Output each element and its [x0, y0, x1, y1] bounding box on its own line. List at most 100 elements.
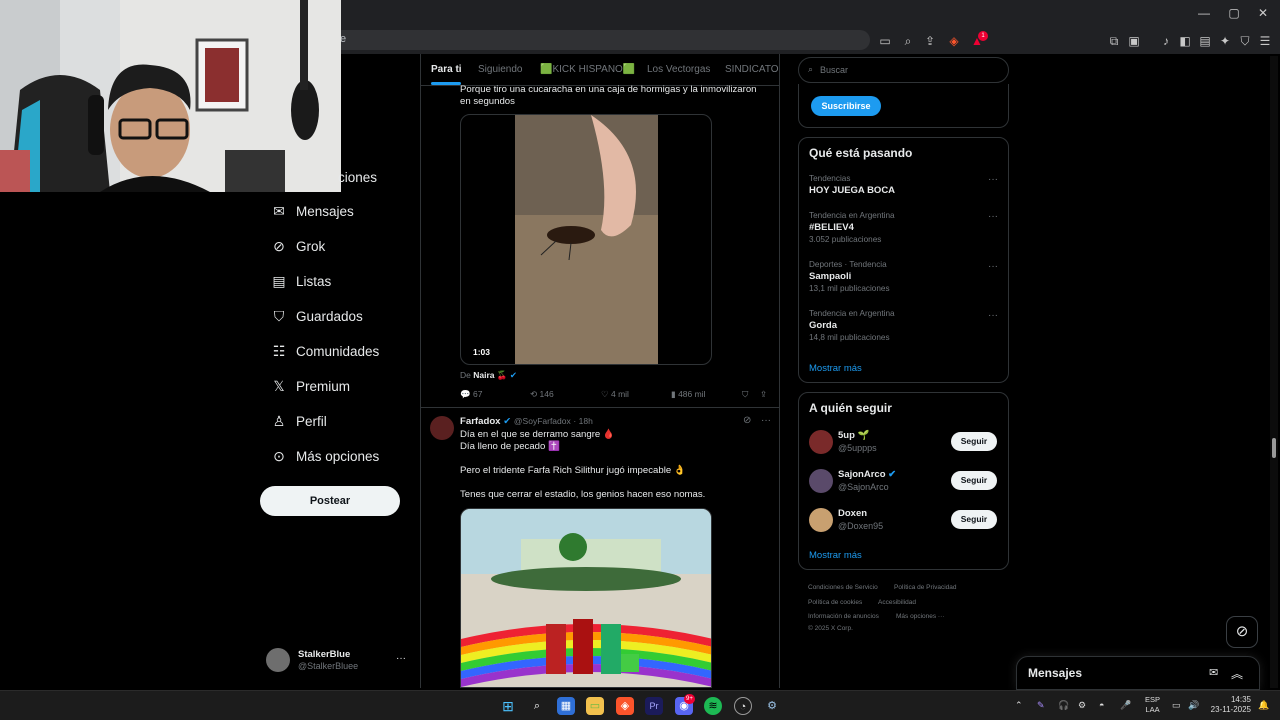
volume-icon[interactable]: 🔊	[1188, 700, 1199, 711]
subscribe-button[interactable]: Suscribirse	[811, 96, 881, 116]
share-button[interactable]: ⇪	[760, 389, 767, 400]
menu-icon[interactable]: ☰	[1257, 33, 1273, 49]
footer-cookies[interactable]: Política de cookies	[808, 599, 862, 606]
clock[interactable]: 14:35 23-11-2025	[1206, 695, 1251, 715]
tweet-time[interactable]: · 18h	[573, 416, 592, 426]
cast-icon[interactable]: ▭	[877, 33, 893, 49]
follow-button[interactable]: Seguir	[951, 471, 997, 490]
show-more-trends-link[interactable]: Mostrar más	[809, 363, 862, 374]
post-button[interactable]: Postear	[260, 486, 400, 516]
sidebar-icon[interactable]: ◧	[1177, 33, 1193, 49]
account-more-icon[interactable]: ···	[396, 653, 406, 664]
trend-item[interactable]: Tendencia en Argentina #BELIEV4 3.052 pu…	[809, 211, 999, 244]
retweet-button[interactable]: ⟲ 146	[530, 389, 554, 400]
show-more-follow-link[interactable]: Mostrar más	[809, 550, 862, 561]
source-name[interactable]: Naira 🍒	[473, 370, 507, 380]
more-icon[interactable]: ···	[761, 415, 771, 426]
network-icon[interactable]: ▭	[1172, 700, 1181, 711]
tray-app-icon2[interactable]: ◓	[1099, 700, 1104, 710]
vpn-icon[interactable]: ⛉	[1237, 33, 1253, 49]
account-switcher[interactable]: StalkerBlue @StalkerBluee ···	[266, 648, 416, 676]
expand-icon[interactable]: ︽	[1231, 665, 1243, 682]
headset-icon[interactable]: 🎧	[1058, 700, 1069, 711]
follow-button[interactable]: Seguir	[951, 510, 997, 529]
minimize-icon[interactable]: —	[1195, 6, 1213, 22]
zoom-icon[interactable]: ⌕	[900, 33, 916, 49]
more-icon[interactable]: ···	[988, 310, 998, 321]
footer-ads[interactable]: Información de anuncios	[808, 613, 879, 620]
steam-tray-icon[interactable]: ⚙	[1078, 700, 1086, 711]
tab-sindicato[interactable]: SINDICATO D	[725, 64, 779, 75]
brave-shield-icon[interactable]: ◈	[946, 33, 962, 49]
maximize-icon[interactable]: ▢	[1225, 6, 1243, 22]
new-message-icon[interactable]: ✉	[1209, 666, 1218, 679]
avatar[interactable]	[430, 416, 454, 440]
author-name[interactable]: Farfadox	[460, 416, 501, 427]
trend-item[interactable]: Deportes · Tendencia Sampaoli 13,1 mil p…	[809, 260, 999, 293]
tweet2-image[interactable]	[460, 508, 712, 688]
follow-button[interactable]: Seguir	[951, 432, 997, 451]
widgets-icon[interactable]: ▦	[557, 697, 575, 715]
follow-name-row[interactable]: SajonArco ✔	[838, 469, 896, 480]
tab-siguiendo[interactable]: Siguiendo	[478, 64, 522, 75]
footer-more[interactable]: Más opciones ···	[896, 613, 944, 620]
trend-item[interactable]: Tendencias HOY JUEGA BOCA	[809, 174, 999, 196]
close-icon[interactable]: ✕	[1254, 6, 1272, 22]
follow-name[interactable]: Doxen	[838, 508, 867, 519]
search-icon[interactable]: ⌕	[528, 697, 546, 715]
messages-drawer[interactable]: Mensajes ✉ ︽	[1016, 656, 1260, 690]
tweet1-video[interactable]: 1:03	[460, 114, 712, 365]
language-indicator[interactable]: ESP LAA	[1145, 695, 1160, 715]
nav-item-communities[interactable]: ☷ Comunidades	[268, 336, 380, 366]
nav-item-more-partial[interactable]: ciones	[338, 162, 377, 192]
views-button[interactable]: ▮ 486 mil	[671, 389, 705, 400]
avatar[interactable]	[809, 469, 833, 493]
address-bar[interactable]: e	[330, 30, 870, 50]
wallet-icon[interactable]: ▤	[1197, 33, 1213, 49]
search-input[interactable]: ⌕ Buscar	[798, 57, 1009, 83]
footer-accessibility[interactable]: Accesibilidad	[878, 599, 916, 606]
avatar[interactable]	[809, 508, 833, 532]
scrollbar-thumb[interactable]	[1272, 438, 1276, 458]
author-handle[interactable]: @SoyFarfadox	[514, 416, 571, 426]
notifications-icon[interactable]: 🔔	[1258, 700, 1269, 711]
avatar[interactable]	[809, 430, 833, 454]
bookmark-button[interactable]: ⛉	[742, 389, 748, 400]
nav-item-grok[interactable]: ⊘ Grok	[268, 231, 325, 261]
reader-icon[interactable]: ▣	[1126, 33, 1142, 49]
share-icon[interactable]: ⇪	[922, 33, 938, 49]
nav-item-profile[interactable]: ♙ Perfil	[268, 406, 327, 436]
tab-para-ti[interactable]: Para ti	[431, 64, 462, 75]
nav-item-premium[interactable]: 𝕏 Premium	[268, 371, 350, 401]
microphone-icon[interactable]: 🎤	[1120, 700, 1131, 711]
trend-item[interactable]: Tendencia en Argentina Gorda 14,8 mil pu…	[809, 309, 999, 342]
obs-icon[interactable]: ◔	[734, 697, 752, 715]
nav-item-lists[interactable]: ▤ Listas	[268, 266, 331, 296]
footer-privacy[interactable]: Política de Privacidad	[894, 584, 957, 591]
more-icon[interactable]: ···	[988, 211, 998, 222]
brave-browser-icon[interactable]: ◈	[616, 697, 634, 715]
tray-app-icon[interactable]: ✎	[1037, 700, 1045, 711]
grok-icon[interactable]: ⊘	[743, 415, 751, 426]
grok-fab-icon[interactable]: ⊘	[1226, 616, 1258, 648]
spotify-icon[interactable]: ≋	[704, 697, 722, 715]
follow-name[interactable]: 5up 🌱	[838, 430, 869, 441]
nav-item-messages[interactable]: ✉ Mensajes	[268, 196, 354, 226]
tab-los-vectorgas[interactable]: Los Vectorgas	[647, 64, 710, 75]
premiere-icon[interactable]: Pr	[645, 697, 663, 715]
nav-item-more-options[interactable]: ⊙ Más opciones	[268, 441, 379, 471]
windows-start-icon[interactable]: ⊞	[499, 697, 517, 715]
nav-item-bookmarks[interactable]: ⛉ Guardados	[268, 301, 363, 331]
leo-icon[interactable]: ✦	[1217, 33, 1233, 49]
music-icon[interactable]: ♪	[1158, 33, 1174, 49]
more-icon[interactable]: ···	[988, 174, 998, 185]
tray-expand-icon[interactable]: ⌃	[1015, 700, 1023, 711]
scrollbar[interactable]	[1270, 56, 1278, 688]
footer-tos[interactable]: Condiciones de Servicio	[808, 584, 878, 591]
tab-kick-hispano[interactable]: 🟩KICK HISPANO🟩	[540, 64, 635, 75]
reply-button[interactable]: 💬 67	[460, 389, 482, 400]
steam-icon[interactable]: ⚙	[763, 697, 781, 715]
extensions-icon[interactable]: ⧉	[1106, 33, 1122, 49]
file-explorer-icon[interactable]: ▭	[586, 697, 604, 715]
like-button[interactable]: ♡ 4 mil	[601, 389, 629, 400]
